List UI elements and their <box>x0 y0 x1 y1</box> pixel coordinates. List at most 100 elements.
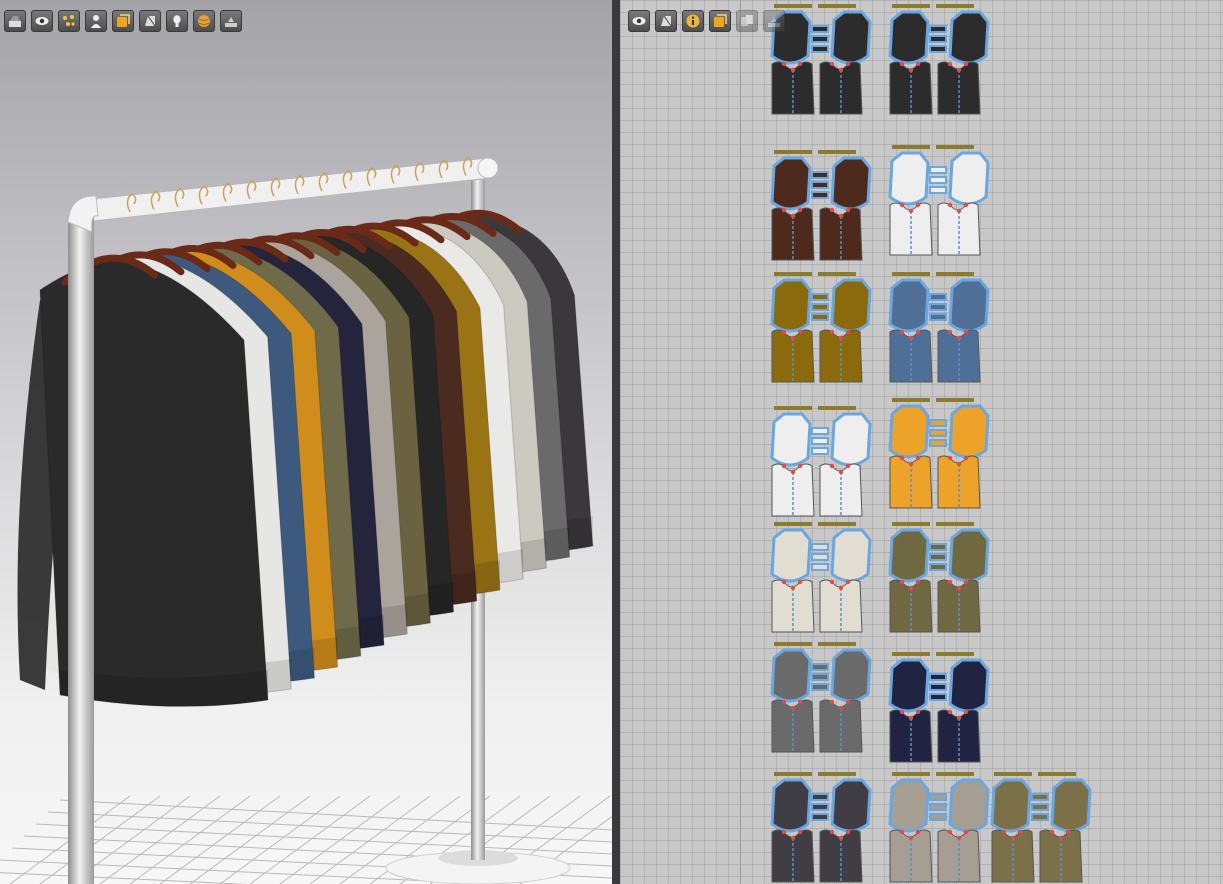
rack-scene[interactable] <box>0 0 612 884</box>
viewport-2d[interactable] <box>620 0 1223 884</box>
seam-point[interactable] <box>908 67 914 73</box>
toolbar-3d-visibility-eye-button[interactable] <box>31 10 53 32</box>
toolbar-3d-arrangement-button[interactable] <box>220 10 242 32</box>
seam-point[interactable] <box>845 463 851 469</box>
pattern-set-6[interactable] <box>888 272 990 383</box>
rib-piece[interactable] <box>929 45 947 53</box>
seam-point[interactable] <box>963 329 969 335</box>
seam-point[interactable] <box>908 715 914 721</box>
rib-piece[interactable] <box>1031 793 1049 801</box>
seam-point[interactable] <box>1001 829 1007 835</box>
rib-piece[interactable] <box>929 793 947 801</box>
sleeve-piece-right[interactable] <box>948 528 990 583</box>
rib-piece[interactable] <box>929 303 947 311</box>
seam-point[interactable] <box>947 202 953 208</box>
rib-piece[interactable] <box>811 303 829 311</box>
pattern-set-7[interactable] <box>770 406 872 517</box>
trim-piece[interactable] <box>818 772 856 776</box>
rib-piece[interactable] <box>811 25 829 33</box>
sleeve-piece-left[interactable] <box>990 778 1032 833</box>
seam-point[interactable] <box>781 579 787 585</box>
seam-point[interactable] <box>838 469 844 475</box>
seam-point[interactable] <box>790 585 796 591</box>
rib-piece[interactable] <box>811 543 829 551</box>
sleeve-piece-left[interactable] <box>888 278 930 333</box>
seam-point[interactable] <box>829 699 835 705</box>
seam-point[interactable] <box>790 335 796 341</box>
pattern-set-8[interactable] <box>888 398 990 509</box>
trim-piece[interactable] <box>774 772 812 776</box>
seam-point[interactable] <box>915 579 921 585</box>
rib-piece[interactable] <box>811 293 829 301</box>
seam-point[interactable] <box>915 829 921 835</box>
seam-point[interactable] <box>956 208 962 214</box>
trim-piece[interactable] <box>892 772 930 776</box>
viewport-3d[interactable] <box>0 0 612 884</box>
rib-piece[interactable] <box>929 553 947 561</box>
seam-point[interactable] <box>797 579 803 585</box>
seam-point[interactable] <box>899 709 905 715</box>
seam-point[interactable] <box>781 699 787 705</box>
trim-piece[interactable] <box>818 4 856 8</box>
rib-piece[interactable] <box>929 166 947 174</box>
seam-point[interactable] <box>829 463 835 469</box>
toolbar-3d-avatar-head-button[interactable] <box>166 10 188 32</box>
rib-piece[interactable] <box>929 429 947 437</box>
toolbar-3d-avatar-button[interactable] <box>85 10 107 32</box>
seam-point[interactable] <box>956 585 962 591</box>
trim-piece[interactable] <box>936 398 974 402</box>
sleeve-piece-right[interactable] <box>830 278 872 333</box>
seam-point[interactable] <box>781 463 787 469</box>
sleeve-piece-right[interactable] <box>948 151 990 206</box>
trim-piece[interactable] <box>1038 772 1076 776</box>
seam-point[interactable] <box>899 579 905 585</box>
pattern-set-11[interactable] <box>770 642 872 753</box>
seam-point[interactable] <box>956 67 962 73</box>
seam-point[interactable] <box>829 61 835 67</box>
trim-piece[interactable] <box>818 522 856 526</box>
seam-point[interactable] <box>845 829 851 835</box>
rib-piece[interactable] <box>811 313 829 321</box>
seam-point[interactable] <box>797 207 803 213</box>
trim-piece[interactable] <box>774 406 812 410</box>
seam-point[interactable] <box>797 829 803 835</box>
seam-point[interactable] <box>1017 829 1023 835</box>
toolbar-2d-arrangement-button[interactable] <box>763 10 785 32</box>
trim-piece[interactable] <box>774 4 812 8</box>
pattern-set-12[interactable] <box>888 652 990 763</box>
seam-point[interactable] <box>899 329 905 335</box>
sleeve-piece-right[interactable] <box>830 648 872 703</box>
trim-piece[interactable] <box>818 272 856 276</box>
seam-point[interactable] <box>845 61 851 67</box>
sleeve-piece-right[interactable] <box>830 412 872 467</box>
seam-point[interactable] <box>956 461 962 467</box>
sleeve-piece-left[interactable] <box>888 778 930 833</box>
trim-piece[interactable] <box>936 522 974 526</box>
seam-point[interactable] <box>915 709 921 715</box>
seam-point[interactable] <box>963 829 969 835</box>
seam-point[interactable] <box>915 61 921 67</box>
seam-point[interactable] <box>790 469 796 475</box>
seam-point[interactable] <box>838 67 844 73</box>
rib-piece[interactable] <box>929 186 947 194</box>
sleeve-piece-right[interactable] <box>948 278 990 333</box>
pattern-set-1[interactable] <box>770 4 872 115</box>
seam-point[interactable] <box>781 207 787 213</box>
seam-point[interactable] <box>797 61 803 67</box>
seam-point[interactable] <box>790 835 796 841</box>
rib-piece[interactable] <box>929 35 947 43</box>
trim-piece[interactable] <box>892 4 930 8</box>
toolbar-3d-fabric-ball-button[interactable] <box>193 10 215 32</box>
rib-piece[interactable] <box>929 683 947 691</box>
seam-point[interactable] <box>1010 835 1016 841</box>
seam-point[interactable] <box>947 579 953 585</box>
rib-piece[interactable] <box>929 693 947 701</box>
seam-point[interactable] <box>781 61 787 67</box>
seam-point[interactable] <box>963 61 969 67</box>
rib-piece[interactable] <box>929 176 947 184</box>
toolbar-2d-garment-display-button[interactable] <box>655 10 677 32</box>
trim-piece[interactable] <box>936 145 974 149</box>
seam-point[interactable] <box>899 61 905 67</box>
sleeve-piece-right[interactable] <box>948 658 990 713</box>
sleeve-piece-left[interactable] <box>888 151 930 206</box>
